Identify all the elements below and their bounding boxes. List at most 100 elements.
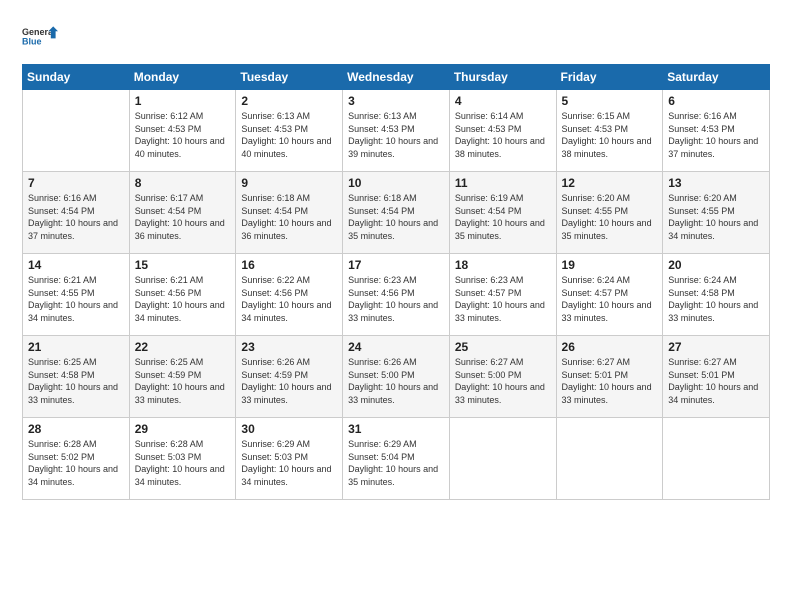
logo: General Blue xyxy=(22,18,58,54)
calendar-week-row: 14 Sunrise: 6:21 AMSunset: 4:55 PMDaylig… xyxy=(23,254,770,336)
cell-info: Sunrise: 6:20 AMSunset: 4:55 PMDaylight:… xyxy=(668,193,758,241)
cell-info: Sunrise: 6:24 AMSunset: 4:58 PMDaylight:… xyxy=(668,275,758,323)
table-row: 16 Sunrise: 6:22 AMSunset: 4:56 PMDaylig… xyxy=(236,254,343,336)
table-row: 20 Sunrise: 6:24 AMSunset: 4:58 PMDaylig… xyxy=(663,254,770,336)
day-number: 22 xyxy=(135,340,231,354)
table-row: 1 Sunrise: 6:12 AMSunset: 4:53 PMDayligh… xyxy=(129,90,236,172)
cell-info: Sunrise: 6:23 AMSunset: 4:56 PMDaylight:… xyxy=(348,275,438,323)
table-row: 29 Sunrise: 6:28 AMSunset: 5:03 PMDaylig… xyxy=(129,418,236,500)
table-row: 24 Sunrise: 6:26 AMSunset: 5:00 PMDaylig… xyxy=(343,336,450,418)
day-number: 2 xyxy=(241,94,337,108)
cell-info: Sunrise: 6:23 AMSunset: 4:57 PMDaylight:… xyxy=(455,275,545,323)
table-row: 28 Sunrise: 6:28 AMSunset: 5:02 PMDaylig… xyxy=(23,418,130,500)
col-wednesday: Wednesday xyxy=(343,65,450,90)
table-row: 23 Sunrise: 6:26 AMSunset: 4:59 PMDaylig… xyxy=(236,336,343,418)
day-number: 3 xyxy=(348,94,444,108)
table-row: 27 Sunrise: 6:27 AMSunset: 5:01 PMDaylig… xyxy=(663,336,770,418)
table-row: 22 Sunrise: 6:25 AMSunset: 4:59 PMDaylig… xyxy=(129,336,236,418)
col-tuesday: Tuesday xyxy=(236,65,343,90)
cell-info: Sunrise: 6:29 AMSunset: 5:04 PMDaylight:… xyxy=(348,439,438,487)
table-row: 4 Sunrise: 6:14 AMSunset: 4:53 PMDayligh… xyxy=(449,90,556,172)
day-number: 14 xyxy=(28,258,124,272)
day-number: 25 xyxy=(455,340,551,354)
day-number: 17 xyxy=(348,258,444,272)
table-row: 3 Sunrise: 6:13 AMSunset: 4:53 PMDayligh… xyxy=(343,90,450,172)
cell-info: Sunrise: 6:18 AMSunset: 4:54 PMDaylight:… xyxy=(348,193,438,241)
day-number: 28 xyxy=(28,422,124,436)
day-number: 10 xyxy=(348,176,444,190)
cell-info: Sunrise: 6:21 AMSunset: 4:56 PMDaylight:… xyxy=(135,275,225,323)
calendar-week-row: 1 Sunrise: 6:12 AMSunset: 4:53 PMDayligh… xyxy=(23,90,770,172)
table-row xyxy=(23,90,130,172)
day-number: 16 xyxy=(241,258,337,272)
table-row: 2 Sunrise: 6:13 AMSunset: 4:53 PMDayligh… xyxy=(236,90,343,172)
svg-text:General: General xyxy=(22,27,56,37)
calendar-week-row: 7 Sunrise: 6:16 AMSunset: 4:54 PMDayligh… xyxy=(23,172,770,254)
table-row: 18 Sunrise: 6:23 AMSunset: 4:57 PMDaylig… xyxy=(449,254,556,336)
day-number: 7 xyxy=(28,176,124,190)
day-number: 5 xyxy=(562,94,658,108)
table-row: 13 Sunrise: 6:20 AMSunset: 4:55 PMDaylig… xyxy=(663,172,770,254)
calendar-table: Sunday Monday Tuesday Wednesday Thursday… xyxy=(22,64,770,500)
cell-info: Sunrise: 6:17 AMSunset: 4:54 PMDaylight:… xyxy=(135,193,225,241)
table-row: 14 Sunrise: 6:21 AMSunset: 4:55 PMDaylig… xyxy=(23,254,130,336)
col-saturday: Saturday xyxy=(663,65,770,90)
cell-info: Sunrise: 6:26 AMSunset: 5:00 PMDaylight:… xyxy=(348,357,438,405)
day-number: 12 xyxy=(562,176,658,190)
col-friday: Friday xyxy=(556,65,663,90)
day-number: 9 xyxy=(241,176,337,190)
day-number: 1 xyxy=(135,94,231,108)
day-number: 11 xyxy=(455,176,551,190)
table-row: 15 Sunrise: 6:21 AMSunset: 4:56 PMDaylig… xyxy=(129,254,236,336)
day-number: 20 xyxy=(668,258,764,272)
table-row: 6 Sunrise: 6:16 AMSunset: 4:53 PMDayligh… xyxy=(663,90,770,172)
cell-info: Sunrise: 6:26 AMSunset: 4:59 PMDaylight:… xyxy=(241,357,331,405)
cell-info: Sunrise: 6:16 AMSunset: 4:54 PMDaylight:… xyxy=(28,193,118,241)
day-number: 18 xyxy=(455,258,551,272)
header: General Blue xyxy=(22,18,770,54)
table-row: 30 Sunrise: 6:29 AMSunset: 5:03 PMDaylig… xyxy=(236,418,343,500)
cell-info: Sunrise: 6:28 AMSunset: 5:03 PMDaylight:… xyxy=(135,439,225,487)
col-monday: Monday xyxy=(129,65,236,90)
col-thursday: Thursday xyxy=(449,65,556,90)
day-number: 8 xyxy=(135,176,231,190)
cell-info: Sunrise: 6:28 AMSunset: 5:02 PMDaylight:… xyxy=(28,439,118,487)
day-number: 19 xyxy=(562,258,658,272)
cell-info: Sunrise: 6:19 AMSunset: 4:54 PMDaylight:… xyxy=(455,193,545,241)
cell-info: Sunrise: 6:12 AMSunset: 4:53 PMDaylight:… xyxy=(135,111,225,159)
page: General Blue Sunday Monday Tuesday Wedne… xyxy=(0,0,792,612)
cell-info: Sunrise: 6:27 AMSunset: 5:00 PMDaylight:… xyxy=(455,357,545,405)
table-row: 9 Sunrise: 6:18 AMSunset: 4:54 PMDayligh… xyxy=(236,172,343,254)
day-number: 31 xyxy=(348,422,444,436)
cell-info: Sunrise: 6:25 AMSunset: 4:58 PMDaylight:… xyxy=(28,357,118,405)
day-number: 6 xyxy=(668,94,764,108)
table-row: 19 Sunrise: 6:24 AMSunset: 4:57 PMDaylig… xyxy=(556,254,663,336)
cell-info: Sunrise: 6:27 AMSunset: 5:01 PMDaylight:… xyxy=(562,357,652,405)
table-row xyxy=(663,418,770,500)
table-row: 21 Sunrise: 6:25 AMSunset: 4:58 PMDaylig… xyxy=(23,336,130,418)
calendar-week-row: 21 Sunrise: 6:25 AMSunset: 4:58 PMDaylig… xyxy=(23,336,770,418)
day-number: 13 xyxy=(668,176,764,190)
cell-info: Sunrise: 6:29 AMSunset: 5:03 PMDaylight:… xyxy=(241,439,331,487)
day-number: 15 xyxy=(135,258,231,272)
day-number: 27 xyxy=(668,340,764,354)
cell-info: Sunrise: 6:16 AMSunset: 4:53 PMDaylight:… xyxy=(668,111,758,159)
cell-info: Sunrise: 6:14 AMSunset: 4:53 PMDaylight:… xyxy=(455,111,545,159)
table-row: 26 Sunrise: 6:27 AMSunset: 5:01 PMDaylig… xyxy=(556,336,663,418)
day-number: 21 xyxy=(28,340,124,354)
cell-info: Sunrise: 6:13 AMSunset: 4:53 PMDaylight:… xyxy=(241,111,331,159)
table-row: 31 Sunrise: 6:29 AMSunset: 5:04 PMDaylig… xyxy=(343,418,450,500)
svg-text:Blue: Blue xyxy=(22,36,42,46)
table-row: 17 Sunrise: 6:23 AMSunset: 4:56 PMDaylig… xyxy=(343,254,450,336)
logo-svg: General Blue xyxy=(22,18,58,54)
day-number: 23 xyxy=(241,340,337,354)
cell-info: Sunrise: 6:25 AMSunset: 4:59 PMDaylight:… xyxy=(135,357,225,405)
table-row: 5 Sunrise: 6:15 AMSunset: 4:53 PMDayligh… xyxy=(556,90,663,172)
cell-info: Sunrise: 6:24 AMSunset: 4:57 PMDaylight:… xyxy=(562,275,652,323)
table-row: 10 Sunrise: 6:18 AMSunset: 4:54 PMDaylig… xyxy=(343,172,450,254)
weekday-header-row: Sunday Monday Tuesday Wednesday Thursday… xyxy=(23,65,770,90)
table-row: 7 Sunrise: 6:16 AMSunset: 4:54 PMDayligh… xyxy=(23,172,130,254)
table-row: 8 Sunrise: 6:17 AMSunset: 4:54 PMDayligh… xyxy=(129,172,236,254)
table-row: 12 Sunrise: 6:20 AMSunset: 4:55 PMDaylig… xyxy=(556,172,663,254)
cell-info: Sunrise: 6:18 AMSunset: 4:54 PMDaylight:… xyxy=(241,193,331,241)
